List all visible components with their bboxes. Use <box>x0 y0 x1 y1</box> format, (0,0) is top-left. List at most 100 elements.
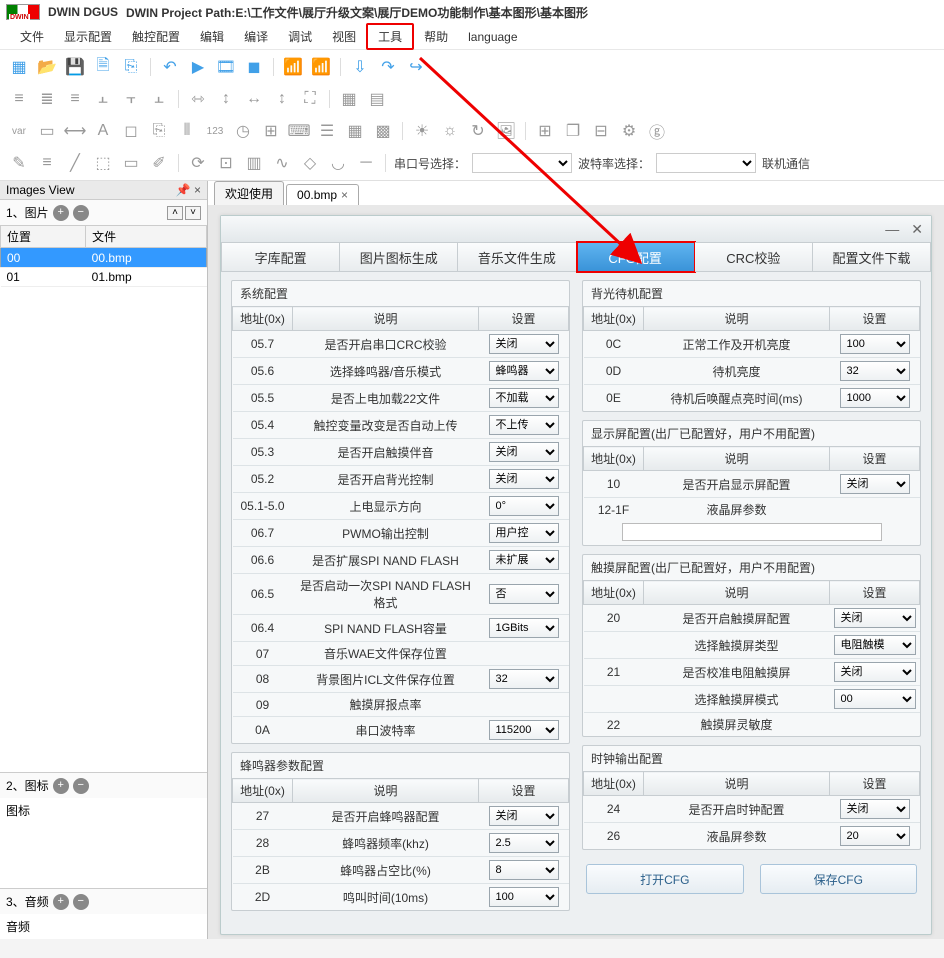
slider-icon[interactable]: ⟷ <box>64 120 86 142</box>
film-icon[interactable]: 🎞 <box>215 56 237 78</box>
win-icon[interactable]: ⊞ <box>534 120 556 142</box>
value-select[interactable]: 0° <box>489 496 559 516</box>
baud-select[interactable] <box>656 153 756 173</box>
value-select[interactable]: 1GBits <box>489 618 559 638</box>
curve-icon[interactable]: ∿ <box>271 152 293 174</box>
close-icon[interactable]: ✕ <box>911 221 923 238</box>
add-audio-icon[interactable]: + <box>53 894 69 910</box>
size-icon[interactable]: ⛶ <box>299 88 321 110</box>
value-select[interactable]: 用户控 <box>489 523 559 543</box>
num-icon[interactable]: 123 <box>204 120 226 142</box>
grid2-icon[interactable]: ▤ <box>366 88 388 110</box>
tab-font[interactable]: 字库配置 <box>221 242 340 272</box>
draw5-icon[interactable]: ▭ <box>120 152 142 174</box>
page-icon[interactable]: ▥ <box>243 152 265 174</box>
align-right-icon[interactable]: ≡ <box>64 88 86 110</box>
wifi2-icon[interactable]: 📶 <box>310 56 332 78</box>
bright-icon[interactable]: ☼ <box>439 120 461 142</box>
value-select[interactable]: 100 <box>840 334 910 354</box>
tab-image-gen[interactable]: 图片图标生成 <box>340 242 458 272</box>
clock-icon[interactable]: ◷ <box>232 120 254 142</box>
value-select[interactable]: 不加载 <box>489 388 559 408</box>
value-select[interactable]: 关闭 <box>834 608 916 628</box>
text-icon[interactable]: A <box>92 120 114 142</box>
value-select[interactable]: 1000 <box>840 388 910 408</box>
lcd-params-input[interactable] <box>622 523 882 541</box>
qr-icon[interactable]: ▩ <box>372 120 394 142</box>
value-select[interactable]: 关闭 <box>489 442 559 462</box>
width-icon[interactable]: ↔ <box>243 88 265 110</box>
value-select[interactable]: 蜂鸣器 <box>489 361 559 381</box>
copy-icon[interactable]: ⎘ <box>148 120 170 142</box>
draw2-icon[interactable]: ≡ <box>36 152 58 174</box>
adjust-icon[interactable]: ⚙ <box>618 120 640 142</box>
menu-help[interactable]: 帮助 <box>414 25 458 48</box>
props-icon[interactable]: ⊟ <box>590 120 612 142</box>
minimize-icon[interactable]: — <box>885 221 899 237</box>
play-icon[interactable]: ▶ <box>187 56 209 78</box>
value-select[interactable]: 20 <box>840 826 910 846</box>
rect-icon[interactable]: ◻ <box>120 120 142 142</box>
value-select[interactable]: 100 <box>489 887 559 907</box>
menu-display[interactable]: 显示配置 <box>54 25 122 48</box>
image-icon[interactable]: 🖼 <box>495 120 517 142</box>
label-icon[interactable]: ▭ <box>36 120 58 142</box>
bit-icon[interactable]: ⊡ <box>215 152 237 174</box>
value-select[interactable]: 关闭 <box>489 806 559 826</box>
save-icon[interactable]: 💾 <box>64 56 86 78</box>
close-icon[interactable]: × <box>341 188 348 202</box>
undo-icon[interactable]: ↶ <box>159 56 181 78</box>
saveall-icon[interactable]: 🗎 <box>92 56 114 78</box>
draw3-icon[interactable]: ╱ <box>64 152 86 174</box>
tab-cfg[interactable]: CFG配置 <box>577 242 695 272</box>
value-select[interactable]: 2.5 <box>489 833 559 853</box>
dist-h-icon[interactable]: ⇿ <box>187 88 209 110</box>
value-select[interactable]: 32 <box>840 361 910 381</box>
move-down-icon[interactable]: ˅ <box>185 206 201 220</box>
export-icon[interactable]: ↷ <box>377 56 399 78</box>
menu-language[interactable]: language <box>458 27 527 47</box>
move-up-icon[interactable]: ˄ <box>167 206 183 220</box>
save-cfg-button[interactable]: 保存CFG <box>760 864 918 894</box>
menu-edit[interactable]: 编辑 <box>190 25 234 48</box>
value-select[interactable]: 32 <box>489 669 559 689</box>
open-cfg-button[interactable]: 打开CFG <box>586 864 744 894</box>
shape-icon[interactable]: ◇ <box>299 152 321 174</box>
menu-touch[interactable]: 触控配置 <box>122 25 190 48</box>
rot-icon[interactable]: ⟳ <box>187 152 209 174</box>
loop-icon[interactable]: ↻ <box>467 120 489 142</box>
gtt-icon[interactable]: ⓖ <box>646 120 668 142</box>
menu-compile[interactable]: 编译 <box>234 25 278 48</box>
value-select[interactable]: 未扩展 <box>489 550 559 570</box>
prev-icon[interactable]: ⎘ <box>120 56 142 78</box>
align-bot-icon[interactable]: ⫠ <box>148 88 170 110</box>
dist-v-icon[interactable]: ↕ <box>215 88 237 110</box>
remove-icon-icon[interactable]: − <box>73 778 89 794</box>
table-row[interactable]: 0101.bmp <box>1 268 207 287</box>
add-icon-icon[interactable]: + <box>53 778 69 794</box>
arc-icon[interactable]: ◡ <box>327 152 349 174</box>
tab-00bmp[interactable]: 00.bmp× <box>286 184 359 205</box>
stop-icon[interactable]: ◼ <box>243 56 265 78</box>
value-select[interactable]: 电阻触模 <box>834 635 916 655</box>
value-select[interactable]: 00 <box>834 689 916 709</box>
value-select[interactable]: 115200 <box>489 720 559 740</box>
height-icon[interactable]: ↕ <box>271 88 293 110</box>
table-row[interactable]: 0000.bmp <box>1 248 207 268</box>
value-select[interactable]: 8 <box>489 860 559 880</box>
line-icon[interactable]: ─ <box>355 152 377 174</box>
keyboard-icon[interactable]: ⌨ <box>288 120 310 142</box>
grid-icon[interactable]: ▦ <box>338 88 360 110</box>
value-select[interactable]: 关闭 <box>489 334 559 354</box>
draw6-icon[interactable]: ✐ <box>148 152 170 174</box>
menu-view[interactable]: 视图 <box>322 25 366 48</box>
sun-icon[interactable]: ☀ <box>411 120 433 142</box>
tab-music-gen[interactable]: 音乐文件生成 <box>458 242 576 272</box>
layer-icon[interactable]: ❐ <box>562 120 584 142</box>
menu-file[interactable]: 文件 <box>10 25 54 48</box>
new-icon[interactable]: ▦ <box>8 56 30 78</box>
tab-crc[interactable]: CRC校验 <box>695 242 813 272</box>
value-select[interactable]: 关闭 <box>840 799 910 819</box>
exit-icon[interactable]: ↪ <box>405 56 427 78</box>
add-image-icon[interactable]: + <box>53 205 69 221</box>
